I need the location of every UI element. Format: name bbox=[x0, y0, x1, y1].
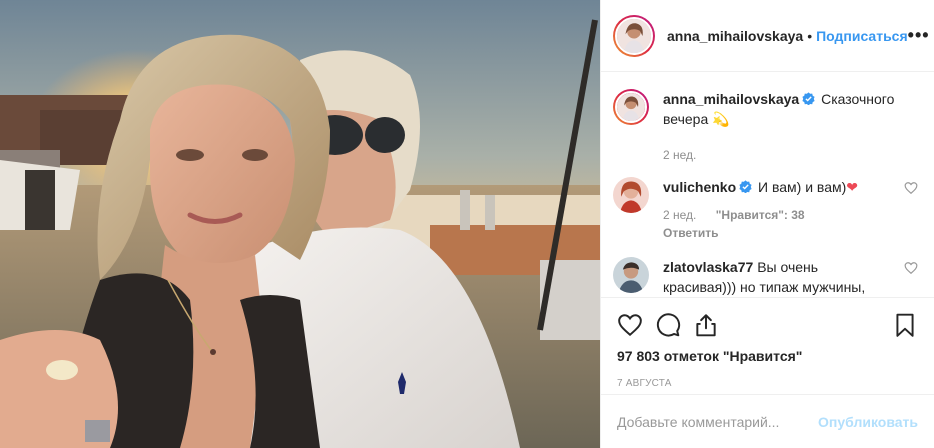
comment-item: zlatovlaska77 Вы очень красивая))) но ти… bbox=[613, 257, 918, 296]
publish-comment-button[interactable]: Опубликовать bbox=[818, 414, 918, 430]
caption-avatar[interactable] bbox=[613, 89, 649, 125]
bookmark-icon[interactable] bbox=[892, 312, 918, 338]
post-header: anna_mihailovskaya • Подписаться ••• bbox=[601, 0, 934, 72]
selfie-photo bbox=[0, 0, 600, 448]
post-side-panel: anna_mihailovskaya • Подписаться ••• ann… bbox=[600, 0, 934, 448]
header-separator: • bbox=[807, 27, 813, 44]
avatar-image bbox=[613, 177, 649, 213]
caption: anna_mihailovskaya Сказочного вечера 💫 2… bbox=[613, 89, 918, 163]
verified-badge-icon bbox=[802, 92, 815, 105]
avatar-image bbox=[613, 257, 649, 293]
post-date[interactable]: 7 августа bbox=[617, 378, 918, 389]
comment-text: И вам) и вам) bbox=[758, 179, 847, 195]
reply-button[interactable]: Ответить bbox=[663, 223, 890, 243]
heart-icon[interactable] bbox=[617, 312, 643, 338]
comment-item: vulichenko И вам) и вам)❤ 2 нед. "Нравит… bbox=[613, 177, 918, 243]
comment-time[interactable]: 2 нед. bbox=[663, 208, 696, 222]
commenter-username[interactable]: vulichenko bbox=[663, 179, 736, 195]
commenter-avatar[interactable] bbox=[613, 177, 649, 213]
author-username[interactable]: anna_mihailovskaya bbox=[667, 28, 803, 44]
commenter-avatar[interactable] bbox=[613, 257, 649, 293]
comment-likes[interactable]: "Нравится": 38 bbox=[716, 208, 805, 222]
comments-list[interactable]: anna_mihailovskaya Сказочного вечера 💫 2… bbox=[601, 73, 934, 296]
commenter-username[interactable]: zlatovlaska77 bbox=[663, 259, 753, 275]
comment-icon[interactable] bbox=[655, 312, 681, 338]
caption-username[interactable]: anna_mihailovskaya bbox=[663, 91, 799, 107]
red-heart-emoji: ❤ bbox=[846, 179, 859, 195]
post-actions: 97 803 отметок "Нравится" 7 августа bbox=[601, 297, 934, 389]
avatar-image bbox=[617, 18, 651, 53]
author-avatar[interactable] bbox=[613, 14, 655, 57]
more-options-icon[interactable]: ••• bbox=[908, 25, 930, 46]
add-comment-bar: Опубликовать bbox=[601, 394, 934, 448]
sparkle-emoji: 💫 bbox=[712, 111, 730, 127]
share-icon[interactable] bbox=[693, 312, 719, 338]
avatar-image bbox=[617, 93, 645, 121]
comment-like-heart-icon[interactable] bbox=[904, 261, 918, 275]
comment-like-heart-icon[interactable] bbox=[904, 181, 918, 195]
caption-time[interactable]: 2 нед. bbox=[663, 148, 696, 162]
verified-badge-icon bbox=[739, 180, 752, 193]
follow-button[interactable]: Подписаться bbox=[816, 28, 908, 44]
likes-count[interactable]: 97 803 отметок "Нравится" bbox=[617, 348, 918, 364]
instagram-post: anna_mihailovskaya • Подписаться ••• ann… bbox=[0, 0, 934, 448]
post-photo[interactable] bbox=[0, 0, 600, 448]
comment-input[interactable] bbox=[617, 413, 819, 430]
